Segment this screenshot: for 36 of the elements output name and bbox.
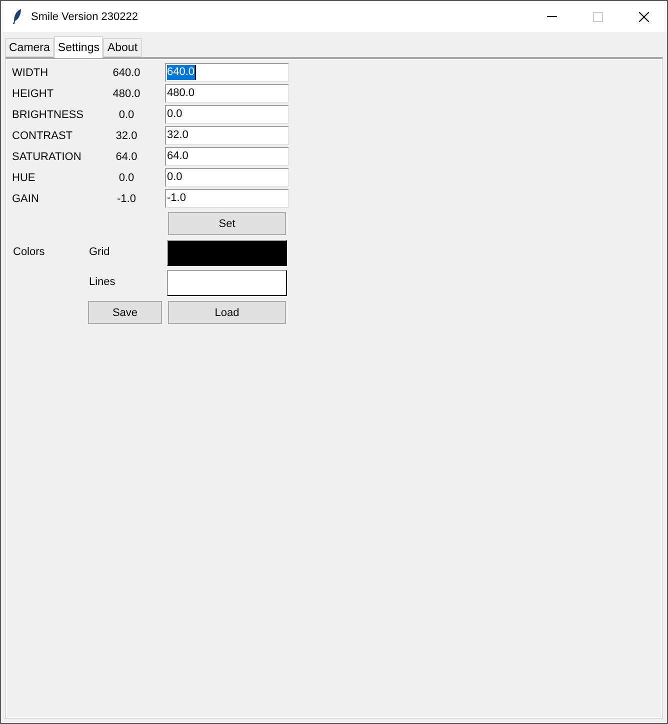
input-field[interactable]: 480.0 [165, 84, 289, 103]
current-value: 0.0 [118, 108, 134, 120]
current-value: 64.0 [116, 150, 138, 162]
tab[interactable]: Settings [54, 36, 104, 58]
load-button[interactable]: Load [168, 301, 286, 324]
setting-label: SATURATION [12, 150, 82, 162]
minimize-icon [547, 16, 557, 17]
color-label: Lines [89, 276, 116, 288]
tab[interactable]: About [103, 38, 142, 57]
input-field[interactable]: -1.0 [165, 189, 289, 208]
current-value: 480.0 [112, 88, 140, 100]
tab[interactable]: Camera [5, 38, 54, 57]
setting-label: HEIGHT [12, 88, 54, 100]
color-swatch[interactable] [167, 240, 287, 266]
input-field[interactable]: 0.0 [165, 168, 289, 187]
setting-label: WIDTH [12, 66, 48, 78]
set-button[interactable]: Set [168, 212, 286, 235]
input-field[interactable]: 32.0 [165, 126, 289, 145]
current-value: 640.0 [112, 66, 140, 78]
current-value: 32.0 [116, 130, 138, 142]
color-label: Grid [89, 246, 110, 258]
setting-label: GAIN [12, 192, 39, 204]
save-button[interactable]: Save [88, 301, 162, 324]
current-value: 0.0 [118, 172, 134, 184]
colors-label: Colors [12, 246, 45, 258]
setting-label: BRIGHTNESS [12, 108, 84, 120]
setting-label: CONTRAST [12, 130, 72, 142]
window-title: Smile Version 230222 [31, 10, 138, 22]
setting-label: HUE [12, 172, 36, 184]
close-icon [639, 12, 649, 22]
current-value: -1.0 [117, 192, 136, 204]
color-swatch[interactable] [167, 270, 287, 296]
input-field[interactable]: 0.0 [165, 105, 289, 124]
feather-icon [13, 9, 22, 24]
input-field[interactable]: 64.0 [165, 147, 289, 166]
input-field[interactable]: 640.0 [165, 63, 289, 82]
